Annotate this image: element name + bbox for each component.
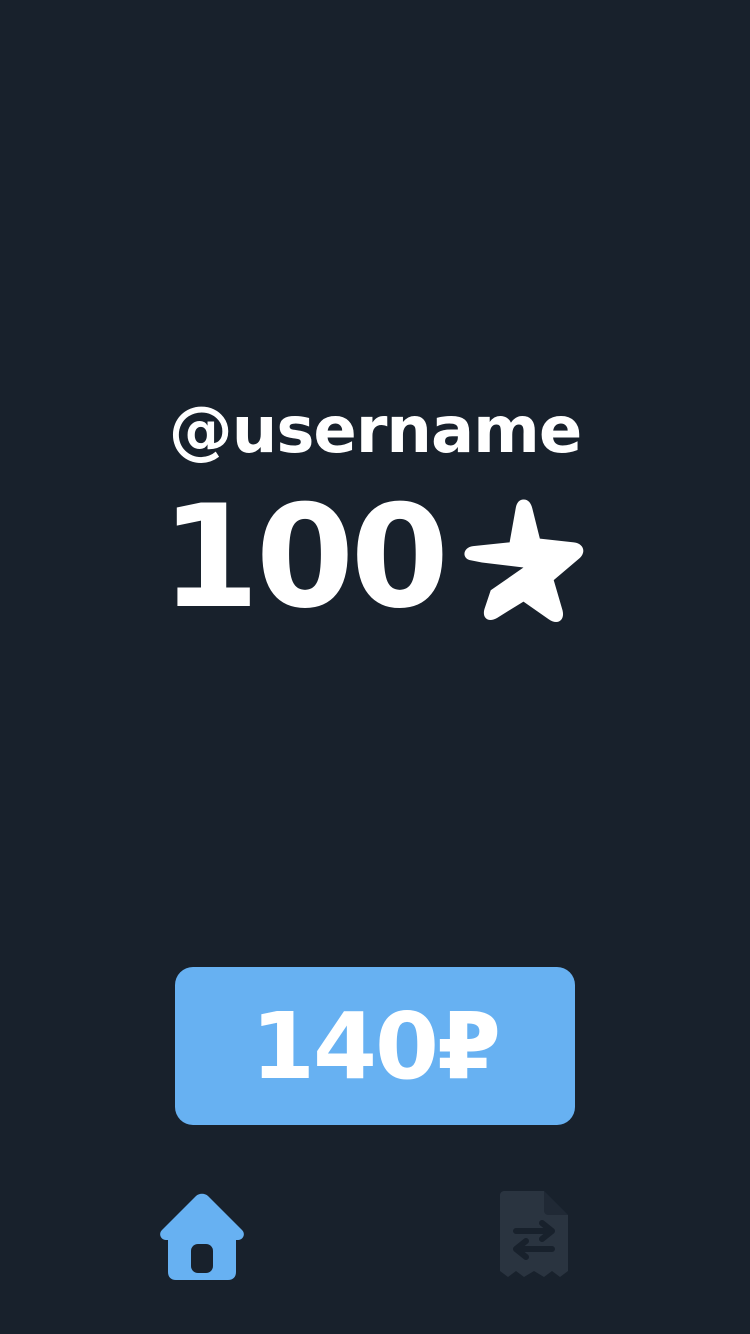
app-screen: @username 100 140₽ xyxy=(0,0,750,1334)
receipt-exchange-icon xyxy=(500,1191,568,1277)
balance-display: 100 xyxy=(0,475,750,640)
star-icon xyxy=(464,499,584,622)
tab-home[interactable] xyxy=(152,1184,252,1284)
buy-button[interactable]: 140₽ xyxy=(175,967,575,1125)
home-icon xyxy=(160,1193,244,1280)
username-label: @username xyxy=(168,394,582,468)
tab-transactions[interactable] xyxy=(484,1184,584,1284)
balance-value: 100 xyxy=(160,475,449,640)
price-label: 140₽ xyxy=(250,992,501,1100)
